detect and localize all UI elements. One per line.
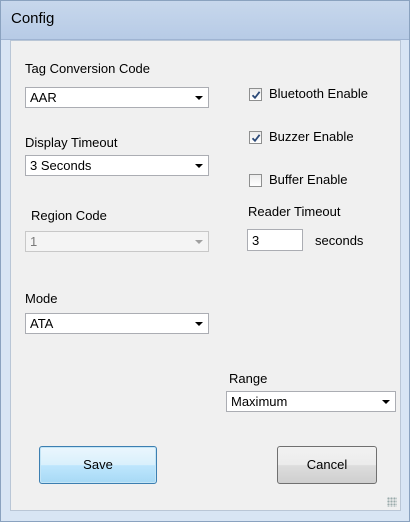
chevron-down-icon bbox=[195, 96, 203, 100]
save-button[interactable]: Save bbox=[39, 446, 157, 484]
chevron-down-icon bbox=[382, 400, 390, 404]
display-timeout-select[interactable]: 3 Seconds bbox=[25, 155, 209, 176]
reader-timeout-value: 3 bbox=[252, 233, 260, 248]
tag-conversion-label: Tag Conversion Code bbox=[25, 61, 151, 76]
mode-label: Mode bbox=[25, 291, 58, 306]
bluetooth-enable-label: Bluetooth Enable bbox=[269, 86, 369, 101]
buffer-enable-checkbox[interactable] bbox=[249, 174, 262, 187]
display-timeout-value: 3 Seconds bbox=[30, 158, 92, 173]
buzzer-enable-checkbox[interactable] bbox=[249, 131, 262, 144]
range-value: Maximum bbox=[231, 394, 288, 409]
region-code-label: Region Code bbox=[31, 208, 107, 223]
tag-conversion-value: AAR bbox=[30, 90, 57, 105]
cancel-button[interactable]: Cancel bbox=[277, 446, 377, 484]
region-code-value: 1 bbox=[30, 234, 38, 249]
buffer-enable-label: Buffer Enable bbox=[269, 172, 348, 187]
reader-timeout-input[interactable]: 3 bbox=[247, 229, 303, 251]
window-title: Config bbox=[11, 10, 55, 27]
check-icon bbox=[251, 134, 261, 143]
buzzer-enable-label: Buzzer Enable bbox=[269, 129, 354, 144]
bluetooth-enable-checkbox[interactable] bbox=[249, 88, 262, 101]
range-label: Range bbox=[229, 371, 268, 386]
display-timeout-label: Display Timeout bbox=[25, 135, 118, 150]
tag-conversion-select[interactable]: AAR bbox=[25, 87, 209, 108]
check-icon bbox=[251, 91, 261, 100]
title-bar[interactable]: Config bbox=[1, 1, 409, 40]
reader-timeout-unit: seconds bbox=[315, 233, 364, 248]
range-select[interactable]: Maximum bbox=[226, 391, 396, 412]
mode-select[interactable]: ATA bbox=[25, 313, 209, 334]
mode-value: ATA bbox=[30, 316, 54, 331]
config-window: Config Tag Conversion Code AAR Display T… bbox=[0, 0, 410, 522]
region-code-select: 1 bbox=[25, 231, 209, 252]
resize-grip-icon[interactable] bbox=[387, 497, 397, 507]
chevron-down-icon bbox=[195, 164, 203, 168]
chevron-down-icon bbox=[195, 322, 203, 326]
reader-timeout-label: Reader Timeout bbox=[248, 204, 341, 219]
config-panel: Tag Conversion Code AAR Display Timeout … bbox=[10, 40, 401, 511]
chevron-down-icon bbox=[195, 240, 203, 244]
